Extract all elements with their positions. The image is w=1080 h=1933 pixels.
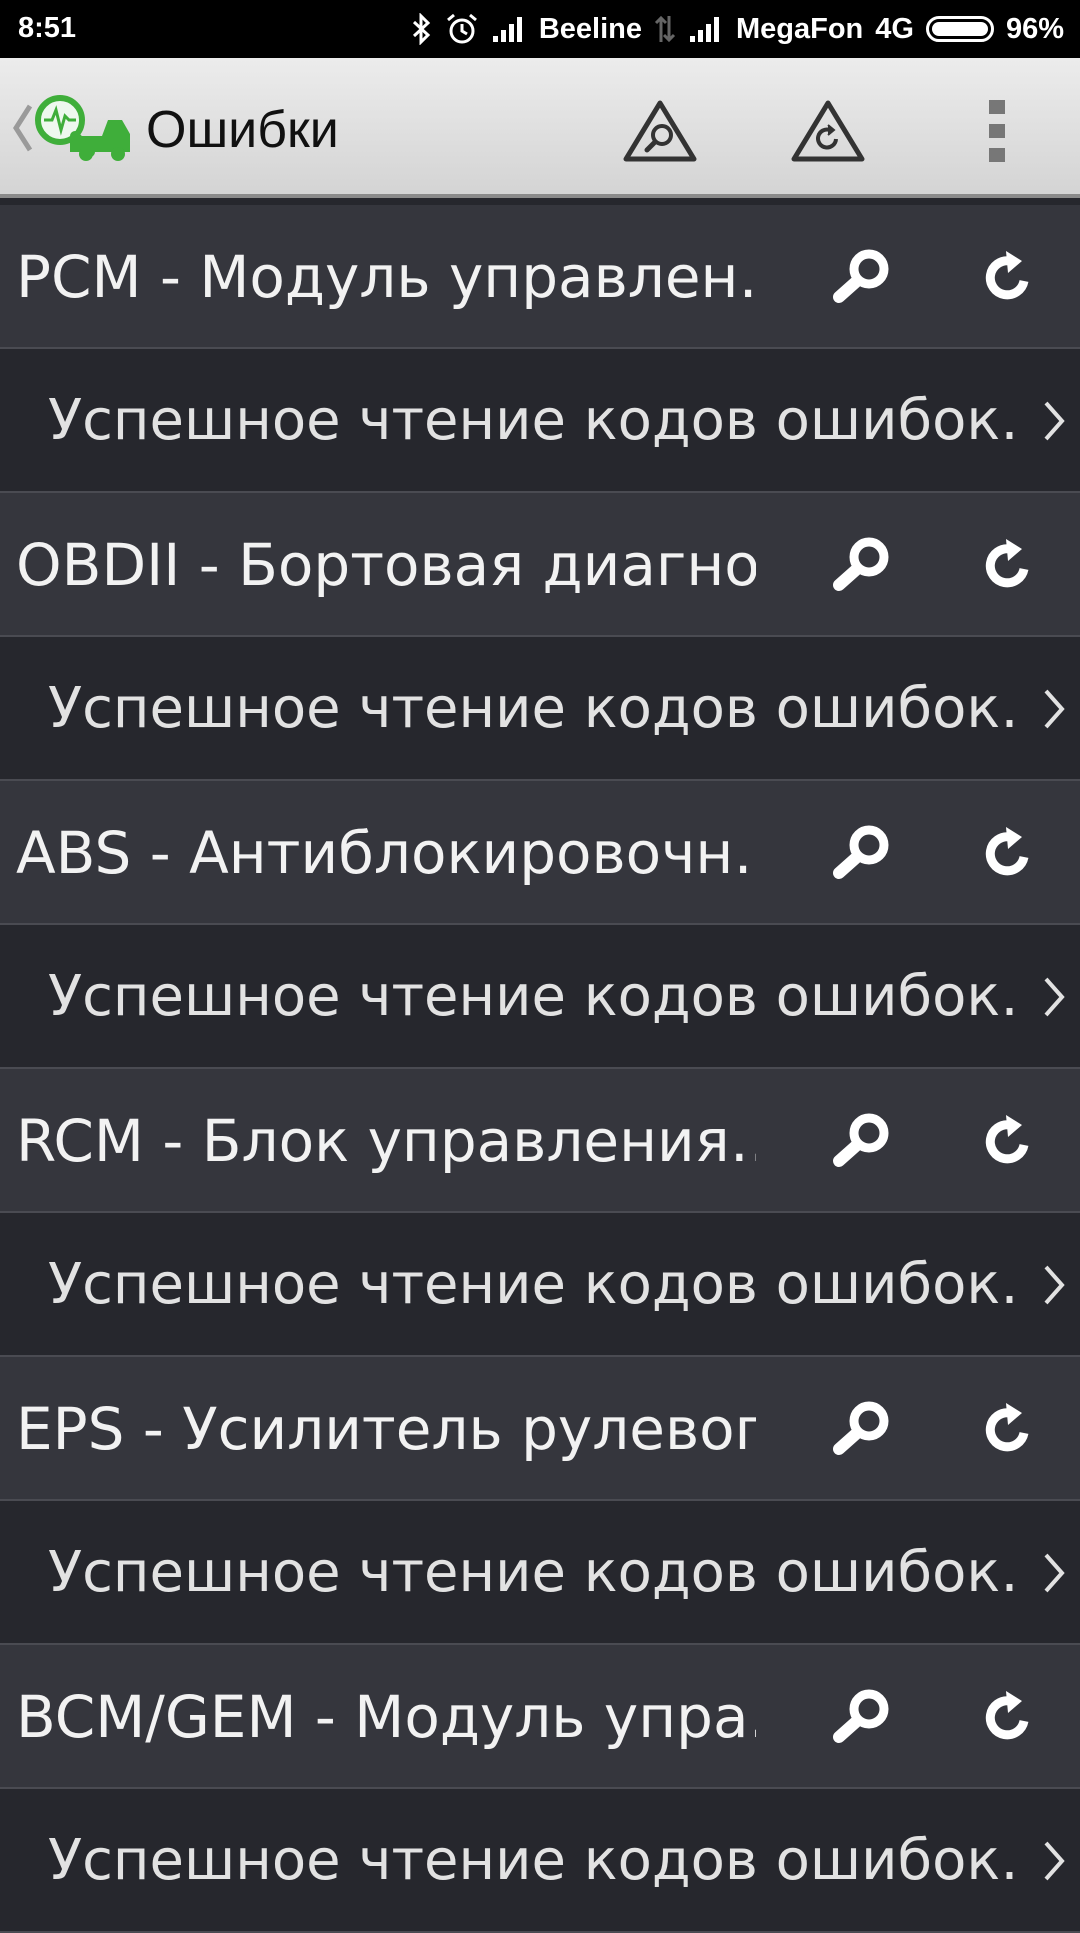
search-icon — [833, 825, 889, 879]
clear-all-icon — [791, 100, 865, 162]
reset-icon — [985, 1115, 1029, 1164]
network-type: 4G — [875, 12, 914, 45]
status-row[interactable]: Успешное чтение кодов ошибок… — [0, 1213, 1080, 1357]
chevron-right-icon — [1044, 977, 1065, 1017]
clear-codes-button[interactable] — [972, 817, 1044, 889]
more-options-button[interactable] — [962, 96, 1032, 166]
reset-icon — [985, 539, 1029, 588]
alarm-icon — [446, 13, 477, 44]
module-row[interactable]: EPS - Усилитель рулевог… — [0, 1357, 1080, 1501]
carrier-2: MegaFon — [735, 12, 864, 45]
status-text: Успешное чтение кодов ошибок… — [48, 1828, 1018, 1893]
module-name: ABS - Антиблокировочн… — [16, 819, 756, 887]
search-icon — [833, 1113, 889, 1167]
search-icon — [833, 1689, 889, 1743]
reset-icon — [985, 1403, 1029, 1452]
module-row[interactable]: ABS - Антиблокировочн… — [0, 781, 1080, 925]
reset-icon — [985, 1691, 1029, 1740]
clear-codes-button[interactable] — [972, 1681, 1044, 1753]
search-icon — [833, 1401, 889, 1455]
page-title: Ошибки — [146, 101, 339, 159]
status-icons: Beeline MegaFon 4G 96% — [411, 0, 1064, 58]
signal-icon — [689, 17, 719, 42]
module-row[interactable]: BCM/GEM - Модуль упра… — [0, 1645, 1080, 1789]
status-time: 8:51 — [18, 12, 77, 44]
status-row[interactable]: Успешное чтение кодов ошибок… — [0, 637, 1080, 781]
carrier-1: Beeline — [538, 12, 642, 45]
read-codes-button[interactable] — [826, 1681, 898, 1753]
app-logo-icon[interactable] — [30, 90, 134, 166]
clear-codes-button[interactable] — [972, 241, 1044, 313]
action-bar: Ошибки — [0, 58, 1080, 198]
reset-icon — [985, 251, 1029, 300]
status-text: Успешное чтение кодов ошибок… — [48, 1252, 1018, 1317]
module-list: PCM - Модуль управлен… Успешное чтение к… — [0, 205, 1080, 1933]
status-row[interactable]: Успешное чтение кодов ошибок… — [0, 925, 1080, 1069]
clear-codes-button[interactable] — [972, 1393, 1044, 1465]
clear-codes-button[interactable] — [972, 1105, 1044, 1177]
battery-icon — [925, 16, 994, 42]
module-name: BCM/GEM - Модуль упра… — [16, 1683, 756, 1751]
module-row[interactable]: OBDII - Бортовая диагно… — [0, 493, 1080, 637]
clear-codes-button[interactable] — [972, 529, 1044, 601]
reset-icon — [985, 827, 1029, 876]
read-codes-button[interactable] — [826, 1105, 898, 1177]
chevron-right-icon — [1044, 401, 1065, 441]
status-row[interactable]: Успешное чтение кодов ошибок… — [0, 349, 1080, 493]
chevron-right-icon — [1044, 1841, 1065, 1881]
module-name: RCM - Блок управления… — [16, 1107, 756, 1175]
chevron-right-icon — [1044, 1265, 1065, 1305]
search-icon — [833, 249, 889, 303]
module-name: PCM - Модуль управлен… — [16, 243, 756, 311]
status-row[interactable]: Успешное чтение кодов ошибок… — [0, 1501, 1080, 1645]
module-row[interactable]: RCM - Блок управления… — [0, 1069, 1080, 1213]
search-icon — [833, 537, 889, 591]
module-row[interactable]: PCM - Модуль управлен… — [0, 205, 1080, 349]
read-codes-button[interactable] — [826, 817, 898, 889]
read-codes-button[interactable] — [826, 529, 898, 601]
read-codes-button[interactable] — [826, 1393, 898, 1465]
read-codes-button[interactable] — [826, 241, 898, 313]
scan-all-button[interactable] — [620, 96, 700, 166]
status-text: Успешное чтение кодов ошибок… — [48, 1540, 1018, 1605]
battery-percent: 96% — [1005, 12, 1064, 45]
status-row[interactable]: Успешное чтение кодов ошибок… — [0, 1789, 1080, 1933]
module-name: EPS - Усилитель рулевог… — [16, 1395, 756, 1463]
status-text: Успешное чтение кодов ошибок… — [48, 388, 1018, 453]
status-text: Успешное чтение кодов ошибок… — [48, 964, 1018, 1029]
scan-all-icon — [623, 100, 697, 162]
chevron-right-icon — [1044, 1553, 1065, 1593]
data-icon — [654, 15, 676, 43]
module-name: OBDII - Бортовая диагно… — [16, 531, 756, 599]
signal-icon — [492, 17, 522, 42]
status-bar: 8:51 Beeline MegaFon 4G 96% — [0, 0, 1080, 58]
clear-all-button[interactable] — [788, 96, 868, 166]
status-text: Успешное чтение кодов ошибок… — [48, 676, 1018, 741]
bluetooth-icon — [412, 13, 430, 45]
chevron-right-icon — [1044, 689, 1065, 729]
more-icon — [989, 100, 1005, 162]
